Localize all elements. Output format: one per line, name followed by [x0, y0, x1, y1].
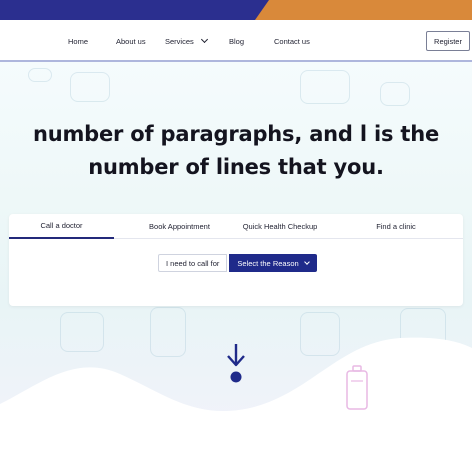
hero-headline: number of paragraphs, and l is the numbe…: [20, 118, 452, 184]
main-navbar: Home About us Services Blog Contact us R…: [0, 20, 472, 62]
top-accent-bar: [255, 0, 472, 20]
chevron-down-icon: [200, 35, 208, 44]
tab-find-a-clinic[interactable]: Find a clinic: [355, 214, 437, 239]
nav-about-us[interactable]: About us: [116, 37, 146, 46]
background-decoration: [28, 68, 52, 82]
service-tabs: Call a doctor Book Appointment Quick Hea…: [9, 214, 463, 239]
call-for-label: I need to call for: [158, 254, 228, 272]
tab-call-a-doctor[interactable]: Call a doctor: [9, 214, 114, 239]
tab-book-appointment[interactable]: Book Appointment: [114, 214, 245, 239]
nav-blog[interactable]: Blog: [229, 37, 244, 46]
chevron-down-icon: [304, 259, 311, 265]
reason-select[interactable]: Select the Reason: [229, 254, 318, 272]
service-tabs-card: Call a doctor Book Appointment Quick Hea…: [9, 214, 463, 306]
background-decoration: [300, 70, 350, 104]
hero-headline-line-2: number of lines that you.: [88, 155, 384, 179]
nav-contact-us[interactable]: Contact us: [274, 37, 310, 46]
nav-services[interactable]: Services: [165, 35, 208, 46]
call-form: I need to call for Select the Reason: [158, 254, 318, 272]
tab-quick-health-checkup[interactable]: Quick Health Checkup: [231, 214, 329, 239]
background-decoration: [70, 72, 110, 102]
hero-section: number of paragraphs, and l is the numbe…: [0, 62, 472, 458]
background-decoration: [380, 82, 410, 106]
top-color-bar: [0, 0, 472, 20]
battery-icon: [346, 365, 368, 410]
nav-services-label: Services: [165, 37, 194, 46]
hero-headline-line-1: number of paragraphs, and l is the: [32, 122, 440, 146]
reason-select-value: Select the Reason: [237, 258, 299, 268]
register-button[interactable]: Register: [426, 31, 470, 51]
arrow-down-icon[interactable]: [224, 342, 248, 386]
nav-home[interactable]: Home: [68, 37, 88, 46]
